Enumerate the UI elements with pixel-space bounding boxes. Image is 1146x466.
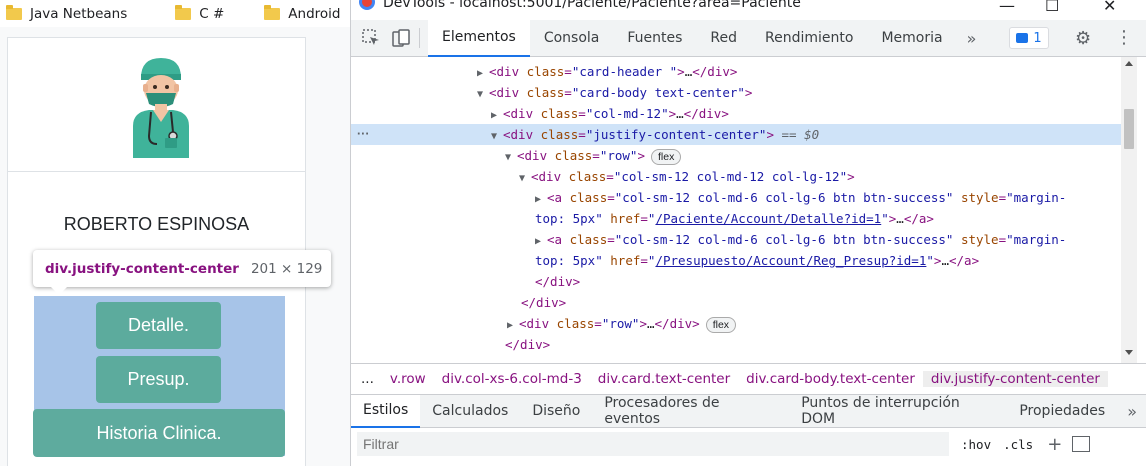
presup-button[interactable]: Presup. <box>96 356 221 403</box>
card-header <box>8 38 305 172</box>
more-subtabs-icon[interactable]: » <box>1117 402 1146 421</box>
breadcrumb-item[interactable]: div.card.text-center <box>590 371 738 387</box>
dom-node[interactable]: ▶ <a class="col-sm-12 col-md-6 col-lg-6 b… <box>351 229 1121 250</box>
dom-node[interactable]: ▶ <div class="col-md-12">…</div> <box>351 103 1121 124</box>
dom-node-continued: top: 5px" href="/Presupuesto/Account/Reg… <box>535 253 980 268</box>
breadcrumb: ... v.row div.col-xs-6.col-md-3 div.card… <box>351 363 1146 395</box>
inspect-element-icon[interactable] <box>361 28 381 48</box>
minimize-icon[interactable]: — <box>999 0 1015 15</box>
hov-toggle[interactable]: :hov <box>961 437 991 452</box>
more-actions-icon[interactable]: ··· <box>357 124 370 145</box>
tab-calculados[interactable]: Calculados <box>420 395 520 428</box>
styles-tabbar: Estilos Calculados Diseño Procesadores d… <box>351 394 1146 428</box>
detalle-link[interactable]: /Paciente/Account/Detalle?id=1 <box>655 211 881 226</box>
new-rule-icon[interactable]: + <box>1047 434 1062 455</box>
dom-close-tag: </div> <box>505 337 551 352</box>
scroll-down-icon[interactable] <box>1125 350 1133 355</box>
filter-input[interactable] <box>357 432 949 456</box>
inspect-tooltip: div.justify-content-center 201 × 129 <box>33 250 331 295</box>
expand-icon[interactable]: ▶ <box>507 315 519 336</box>
dom-node[interactable]: ▶ <div class="row">…</div> flex <box>351 313 1121 334</box>
historia-clinica-button[interactable]: Historia Clinica. <box>33 409 285 457</box>
folder-icon <box>6 4 22 20</box>
expand-icon[interactable]: ▶ <box>477 63 489 84</box>
close-icon[interactable]: ✕ <box>1103 0 1116 15</box>
dom-close-tag: </div> <box>535 274 581 289</box>
tab-propiedades[interactable]: Propiedades <box>1007 395 1117 428</box>
dom-node[interactable]: ▶ <div class="card-header ">…</div> <box>351 61 1121 82</box>
patient-name: ROBERTO ESPINOSA <box>63 214 250 234</box>
issues-icon <box>1016 33 1029 43</box>
scroll-up-icon[interactable] <box>1125 61 1133 66</box>
device-toolbar-icon[interactable] <box>391 28 411 48</box>
tab-puntos-interrupcion[interactable]: Puntos de interrupción DOM <box>789 395 1007 428</box>
devtools-titlebar: DevTools - localhost:5001/Paciente/Pacie… <box>351 0 1146 20</box>
dom-close-tag: </div> <box>521 295 567 310</box>
tab-elementos[interactable]: Elementos <box>428 19 530 57</box>
kebab-menu-icon[interactable]: ⋮ <box>1115 27 1133 48</box>
bookmark-java-netbeans[interactable]: Java Netbeans <box>0 0 135 27</box>
tooltip-selector: div.justify-content-center <box>45 260 239 277</box>
more-tabs-icon[interactable]: » <box>957 29 987 48</box>
bookmark-android[interactable]: Android <box>258 0 348 27</box>
tab-estilos[interactable]: Estilos <box>351 394 421 428</box>
dom-node[interactable]: ▼ <div class="card-body text-center"> <box>351 82 1121 103</box>
gear-icon[interactable]: ⚙ <box>1075 28 1091 49</box>
presupuesto-link[interactable]: /Presupuesto/Account/Reg_Presup?id=1 <box>655 253 926 268</box>
folder-icon <box>175 4 192 20</box>
collapse-icon[interactable]: ▼ <box>477 84 489 105</box>
cls-toggle[interactable]: .cls <box>1003 437 1033 452</box>
separator <box>419 28 420 48</box>
tab-rendimiento[interactable]: Rendimiento <box>751 20 867 57</box>
expand-icon[interactable]: ▶ <box>535 231 547 252</box>
folder-icon <box>264 4 281 20</box>
flex-badge[interactable]: flex <box>705 317 737 333</box>
sidebar-toggle-icon[interactable] <box>1072 436 1091 452</box>
collapse-icon[interactable]: ▼ <box>505 147 517 168</box>
tab-memoria[interactable]: Memoria <box>867 20 956 57</box>
dom-tree: ▶ <div class="card-header ">…</div> ▼ <div… <box>351 57 1121 363</box>
breadcrumb-item[interactable]: div.card-body.text-center <box>738 371 923 387</box>
breadcrumb-item[interactable]: div.col-xs-6.col-md-3 <box>434 371 590 387</box>
breadcrumb-item[interactable]: v.row <box>382 371 434 387</box>
chrome-icon <box>359 0 375 10</box>
breadcrumb-overflow[interactable]: ... <box>351 371 382 387</box>
tab-procesadores[interactable]: Procesadores de eventos <box>592 395 789 428</box>
tooltip-size: 201 × 129 <box>250 260 323 277</box>
tab-diseno[interactable]: Diseño <box>520 395 592 428</box>
dom-node[interactable]: ▶ <a class="col-sm-12 col-md-6 col-lg-6 b… <box>351 187 1121 208</box>
dom-node[interactable]: ▼ <div class="row"> flex <box>351 145 1121 166</box>
breadcrumb-item-active[interactable]: div.justify-content-center <box>922 371 1108 387</box>
styles-filter-bar: :hov .cls + <box>351 428 1146 460</box>
tab-fuentes[interactable]: Fuentes <box>613 20 696 57</box>
expand-icon[interactable]: ▶ <box>535 189 547 210</box>
tab-consola[interactable]: Consola <box>530 20 614 57</box>
scrollbar-thumb[interactable] <box>1124 109 1134 149</box>
maximize-icon[interactable]: ☐ <box>1045 0 1059 15</box>
doctor-avatar-icon <box>133 58 189 158</box>
tab-red[interactable]: Red <box>696 20 751 57</box>
collapse-icon[interactable]: ▼ <box>519 168 531 189</box>
dom-node-continued: top: 5px" href="/Paciente/Account/Detall… <box>535 211 934 226</box>
devtools-title: DevTools - localhost:5001/Paciente/Pacie… <box>383 0 801 11</box>
issues-count: 1 <box>1033 30 1042 46</box>
collapse-icon[interactable]: ▼ <box>491 126 503 147</box>
expand-icon[interactable]: ▶ <box>491 105 503 126</box>
detalle-button[interactable]: Detalle. <box>96 302 221 349</box>
devtools-window: DevTools - localhost:5001/Paciente/Pacie… <box>350 0 1146 466</box>
webpage: ROBERTO ESPINOSA Detalle. Presup. Histor… <box>0 27 350 466</box>
issues-button[interactable]: 1 <box>1009 27 1049 49</box>
dom-scrollbar[interactable] <box>1121 57 1137 363</box>
dom-node[interactable]: ▼ <div class="col-sm-12 col-md-12 col-lg-… <box>351 166 1121 187</box>
dom-node-selected[interactable]: ··· ▼ <div class="justify-content-center">… <box>351 124 1121 145</box>
bookmark-csharp[interactable]: C # <box>169 0 232 27</box>
flex-badge[interactable]: flex <box>650 149 682 165</box>
